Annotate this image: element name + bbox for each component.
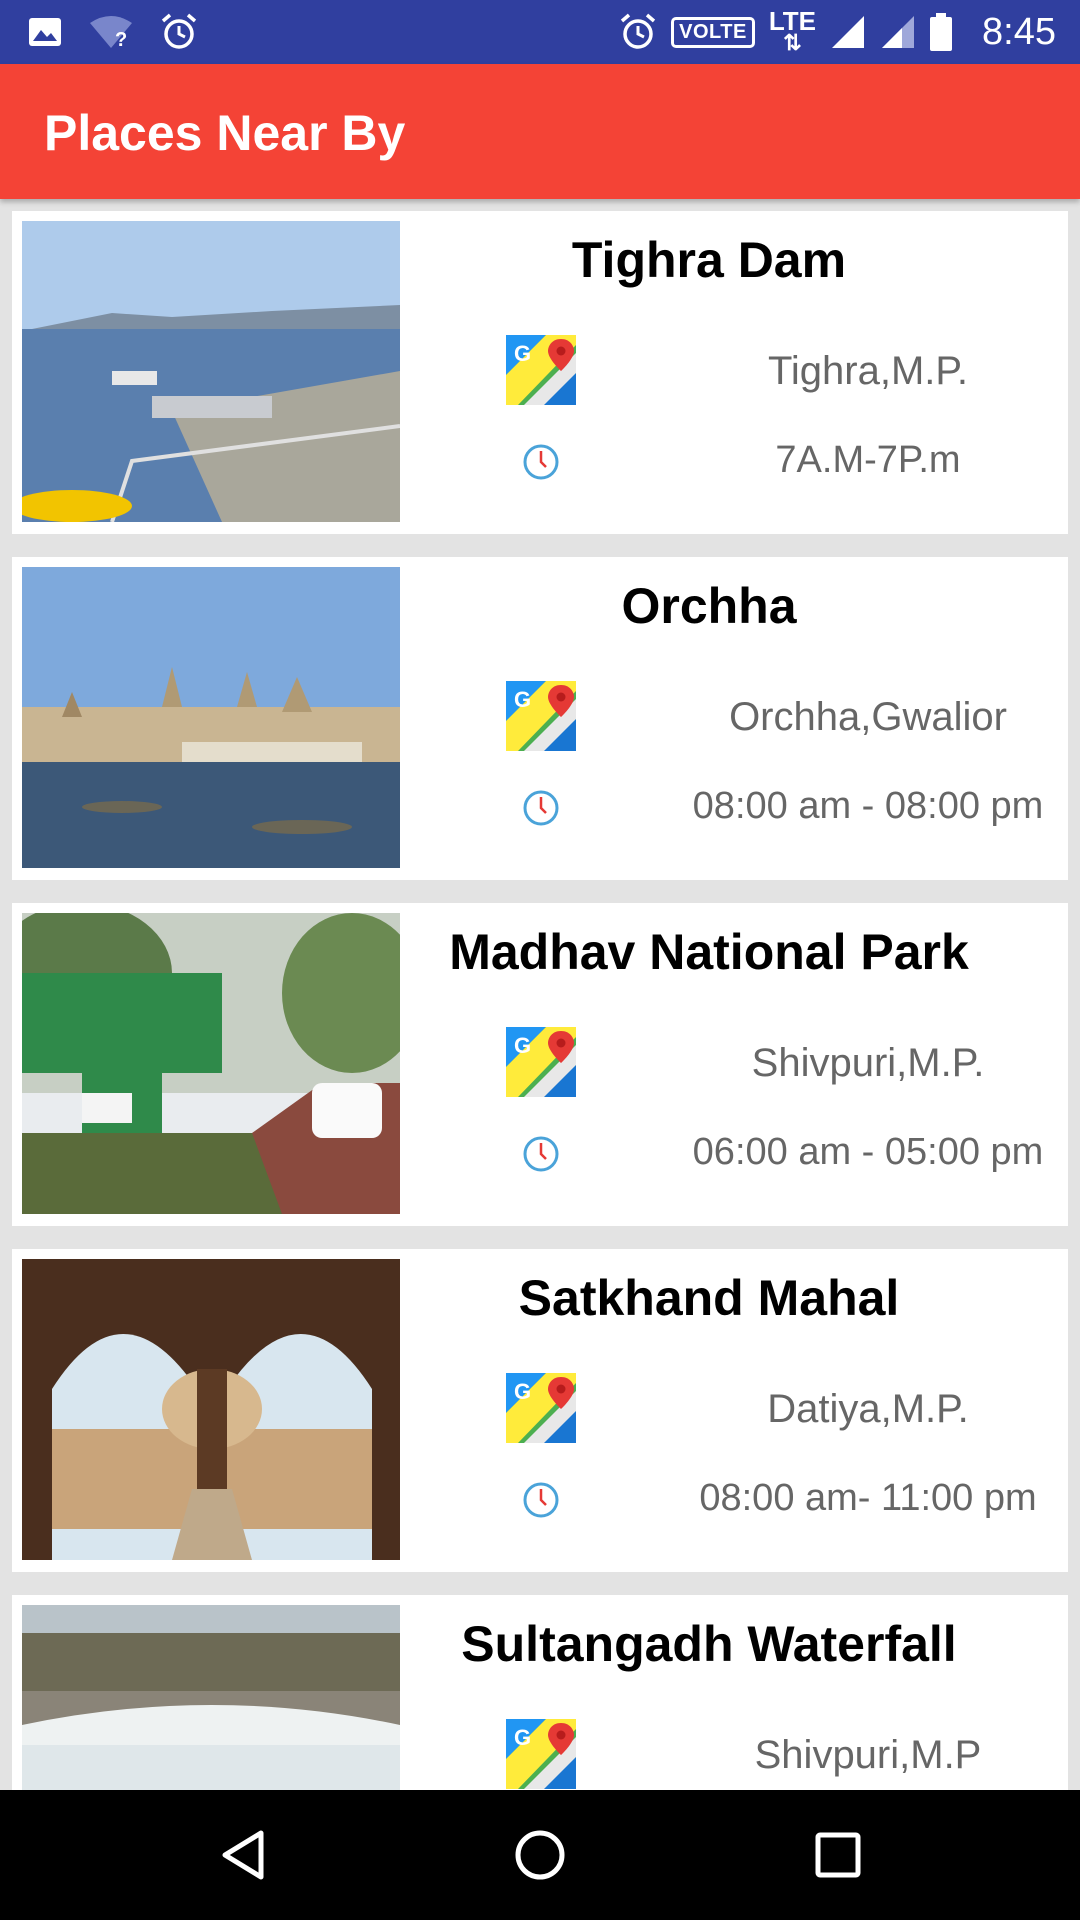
svg-text:G: G xyxy=(514,1725,531,1750)
places-list[interactable]: Tighra Dam G Tighra,M.P. 7A.M-7P.m Orchh… xyxy=(0,199,1080,1790)
page-title: Places Near By xyxy=(44,105,406,161)
svg-text:G: G xyxy=(514,1379,531,1404)
place-card[interactable]: Sultangadh Waterfall G Shivpuri,M.P xyxy=(12,1595,1068,1790)
home-icon[interactable] xyxy=(510,1825,570,1885)
place-title: Tighra Dam xyxy=(571,232,847,288)
recents-icon[interactable] xyxy=(808,1825,868,1885)
svg-text:?: ? xyxy=(115,29,127,49)
place-title: Madhav National Park xyxy=(449,924,969,980)
image-icon xyxy=(29,18,61,46)
place-card[interactable]: Orchha G Orchha,Gwalior 08:00 am - 08:00… xyxy=(12,557,1068,880)
svg-text:G: G xyxy=(514,341,531,366)
place-location: Shivpuri,M.P. xyxy=(751,1041,985,1085)
clock-icon xyxy=(523,790,559,826)
battery-icon xyxy=(930,13,953,51)
status-bar: ? VOLTE LTE ⇅ 8:45 xyxy=(0,0,1080,64)
alarm-icon xyxy=(161,13,197,49)
lte-icon: LTE ⇅ xyxy=(768,6,817,55)
svg-text:G: G xyxy=(514,687,531,712)
back-icon[interactable] xyxy=(215,1825,275,1885)
place-location: Shivpuri,M.P xyxy=(754,1733,982,1777)
place-photo-tighra-dam xyxy=(22,221,400,522)
place-title: Orchha xyxy=(621,578,797,634)
google-maps-icon[interactable]: G xyxy=(506,1719,576,1789)
place-photo-satkhand-mahal xyxy=(22,1259,400,1560)
google-maps-icon[interactable]: G xyxy=(506,1373,576,1443)
place-photo-sultangadh-waterfall xyxy=(22,1605,400,1790)
signal-icon xyxy=(832,16,865,48)
place-location: Datiya,M.P. xyxy=(767,1387,969,1431)
clock-icon xyxy=(523,1482,559,1518)
volte-badge: VOLTE xyxy=(671,16,755,48)
place-hours: 06:00 am - 05:00 pm xyxy=(692,1131,1044,1173)
alarm-icon xyxy=(621,13,656,49)
google-maps-icon[interactable]: G xyxy=(506,335,576,405)
clock-time: 8:45 xyxy=(982,10,1056,53)
clock-icon xyxy=(523,444,559,480)
navigation-bar xyxy=(0,1790,1080,1920)
svg-text:G: G xyxy=(514,1033,531,1058)
clock-icon xyxy=(523,1136,559,1172)
place-hours: 7A.M-7P.m xyxy=(775,439,961,481)
app-bar: Places Near By xyxy=(0,64,1080,199)
place-photo-orchha xyxy=(22,567,400,868)
place-location: Orchha,Gwalior xyxy=(729,695,1007,739)
signal-icon xyxy=(882,16,915,48)
place-title: Satkhand Mahal xyxy=(518,1270,900,1326)
place-hours: 08:00 am - 08:00 pm xyxy=(692,785,1044,827)
place-card[interactable]: Madhav National Park G Shivpuri,M.P. 06:… xyxy=(12,903,1068,1226)
place-photo-madhav-national-park xyxy=(22,913,400,1214)
place-card[interactable]: Satkhand Mahal G Datiya,M.P. 08:00 am- 1… xyxy=(12,1249,1068,1572)
google-maps-icon[interactable]: G xyxy=(506,1027,576,1097)
place-location: Tighra,M.P. xyxy=(767,349,969,393)
place-hours: 08:00 am- 11:00 pm xyxy=(699,1477,1037,1519)
wifi-question-icon: ? xyxy=(90,16,132,49)
place-card[interactable]: Tighra Dam G Tighra,M.P. 7A.M-7P.m xyxy=(12,211,1068,534)
google-maps-icon[interactable]: G xyxy=(506,681,576,751)
place-title: Sultangadh Waterfall xyxy=(461,1616,957,1672)
